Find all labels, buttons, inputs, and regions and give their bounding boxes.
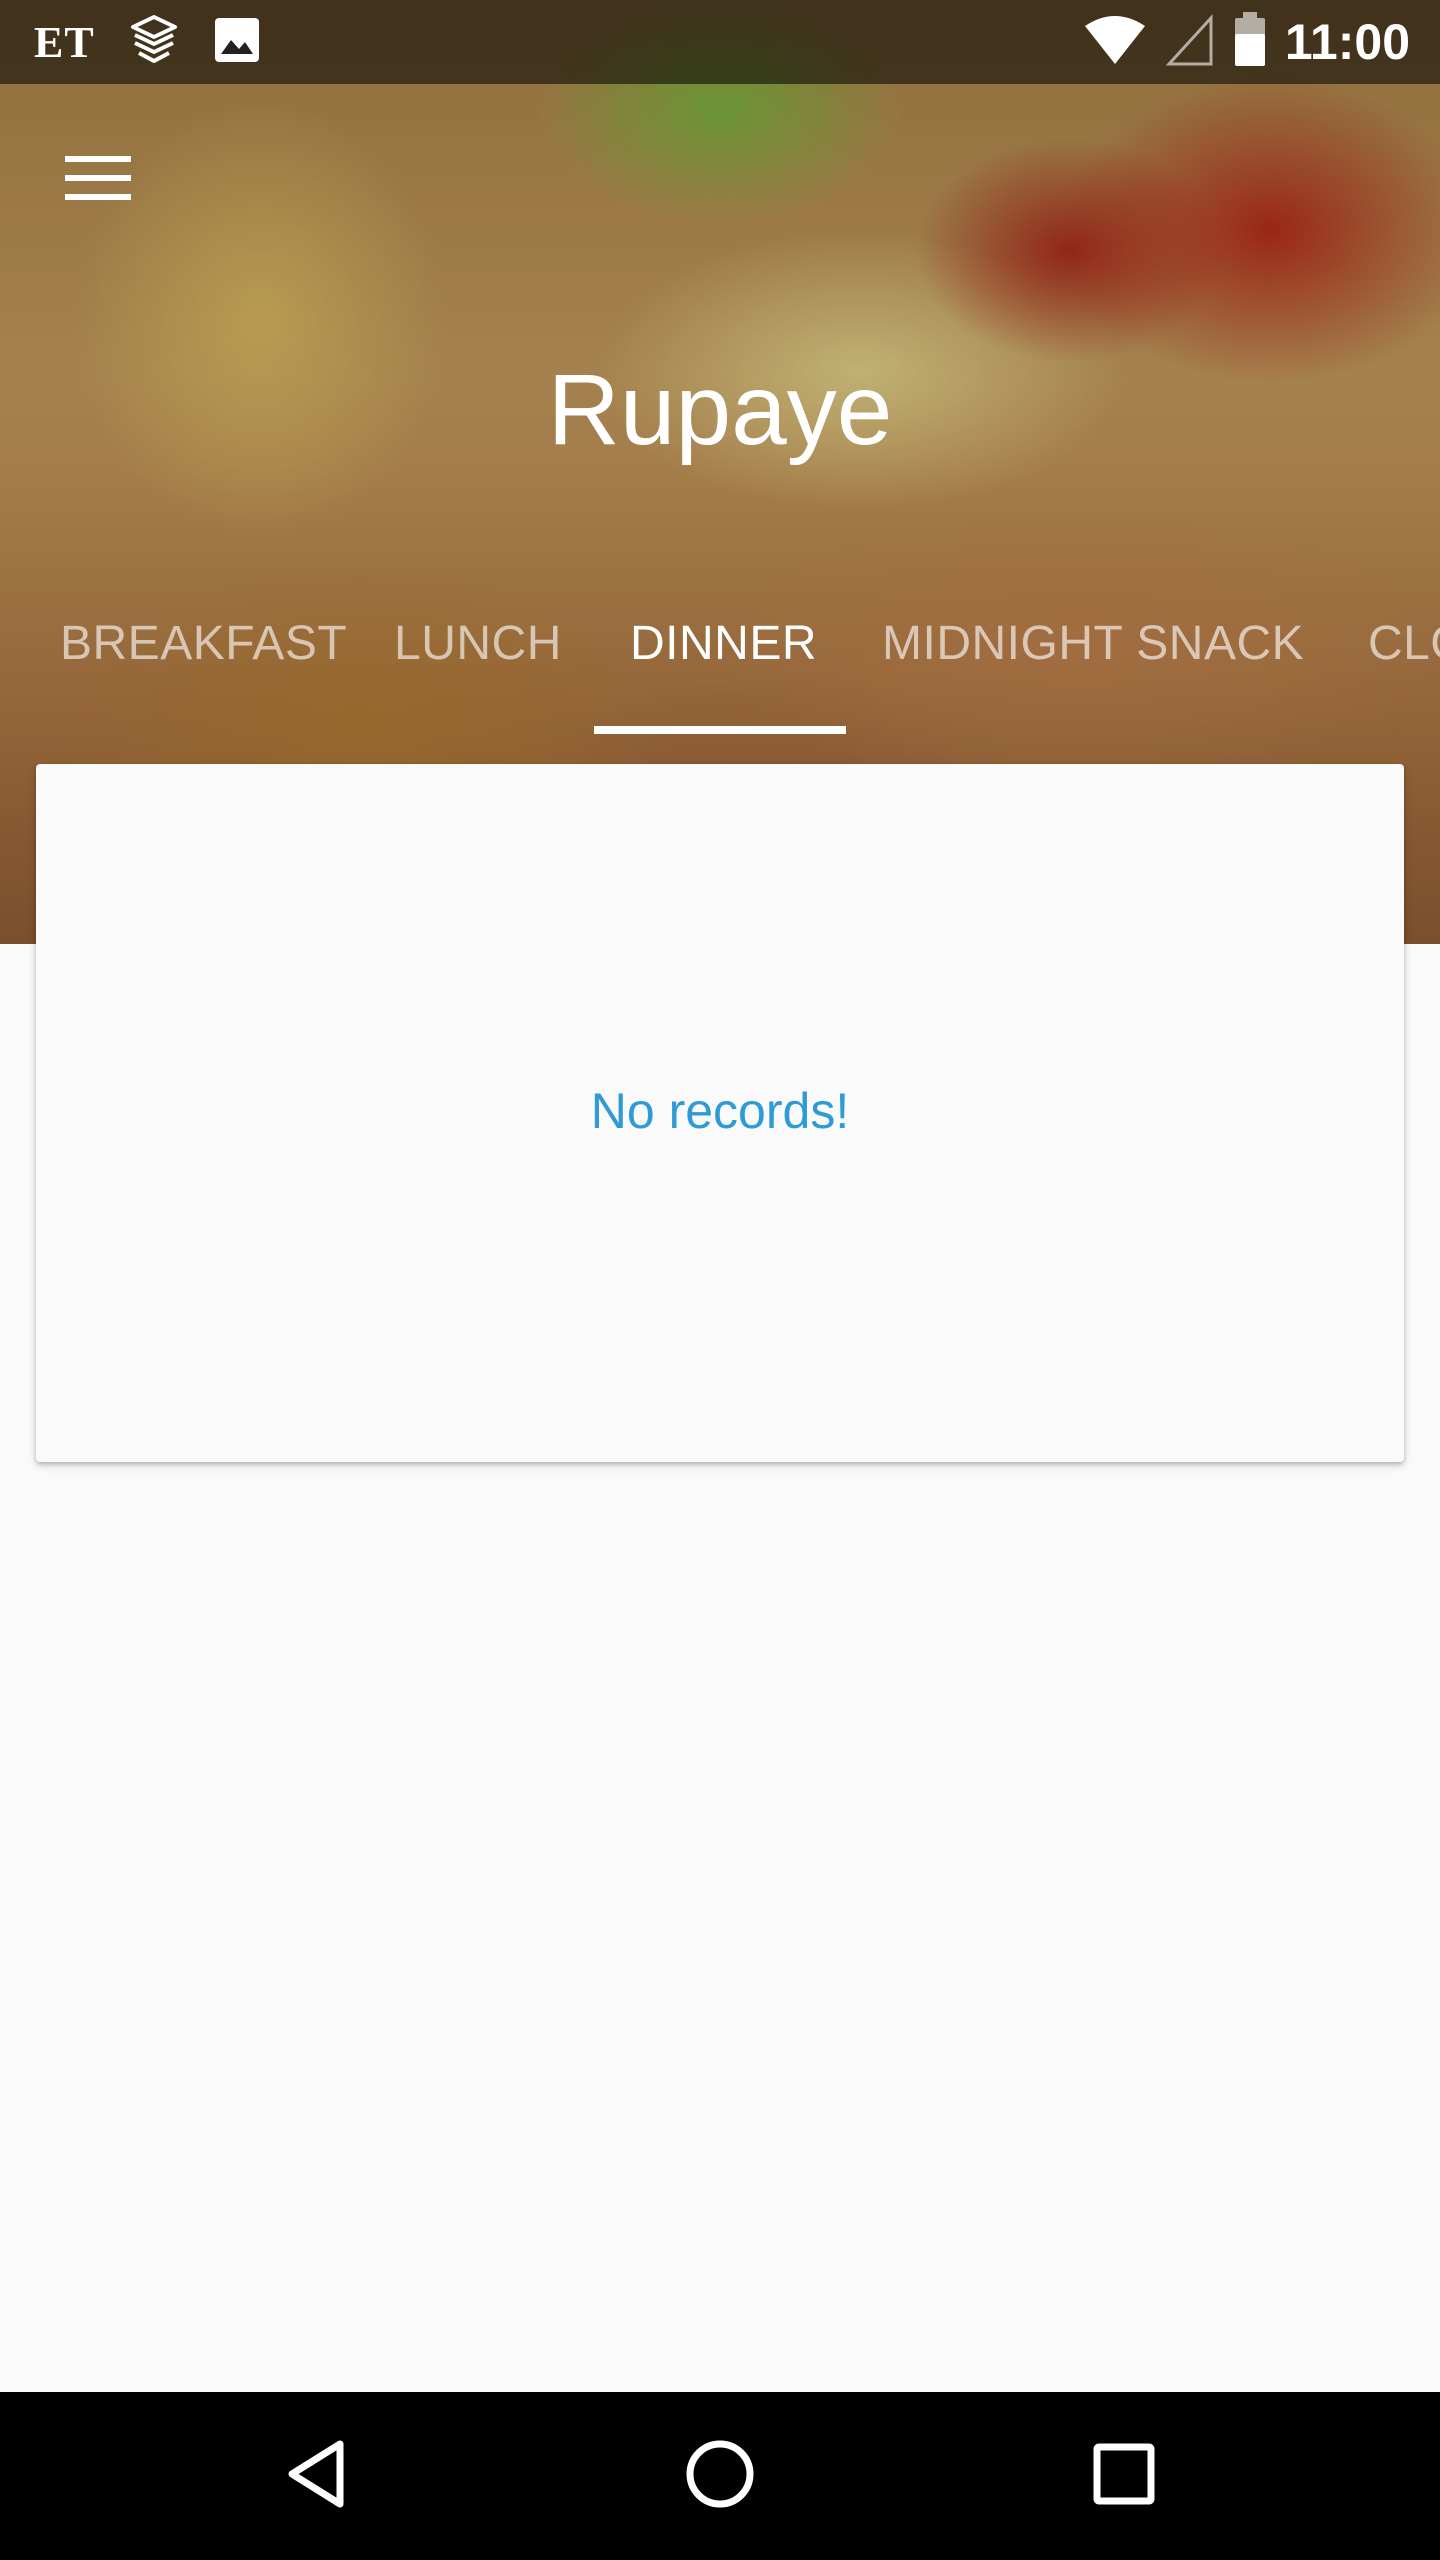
battery-icon (1233, 11, 1267, 73)
back-triangle-icon (284, 2438, 348, 2515)
hamburger-menu-icon (65, 154, 131, 207)
records-card: No records! (36, 764, 1404, 1462)
home-button[interactable] (640, 2392, 800, 2560)
tab-breakfast[interactable]: BREAKFAST (60, 600, 347, 734)
image-icon (213, 16, 261, 69)
cell-signal-icon (1165, 13, 1215, 71)
navigation-bar (0, 2392, 1440, 2560)
tab-lunch[interactable]: LUNCH (394, 600, 562, 734)
status-bar: ET 11:00 (0, 0, 1440, 84)
tab-dinner[interactable]: DINNER (630, 600, 817, 734)
back-button[interactable] (236, 2392, 396, 2560)
status-time: 11:00 (1284, 14, 1410, 70)
wifi-icon (1083, 14, 1147, 71)
tab-midnight-snack[interactable]: MIDNIGHT SNACK (882, 600, 1304, 734)
tab-clo[interactable]: CLO (1368, 600, 1440, 734)
app-title: Rupaye (547, 354, 893, 466)
meal-tabs: BREAKFAST LUNCH DINNER MIDNIGHT SNACK CL… (0, 600, 1440, 734)
tab-indicator (594, 726, 846, 734)
recents-button[interactable] (1044, 2392, 1204, 2560)
app-screen: ET 11:00 Rupaye BREAKFAST LUNCH DINNER M… (0, 0, 1440, 2560)
status-left-group: ET (34, 0, 261, 84)
status-right-group: 11:00 (1083, 0, 1410, 84)
stack-notification-icon (127, 13, 181, 72)
menu-button[interactable] (50, 140, 146, 220)
empty-state-message: No records! (590, 1083, 850, 1139)
recents-square-icon (1092, 2442, 1156, 2511)
et-logo-icon: ET (34, 17, 95, 67)
home-circle-icon (684, 2438, 756, 2515)
